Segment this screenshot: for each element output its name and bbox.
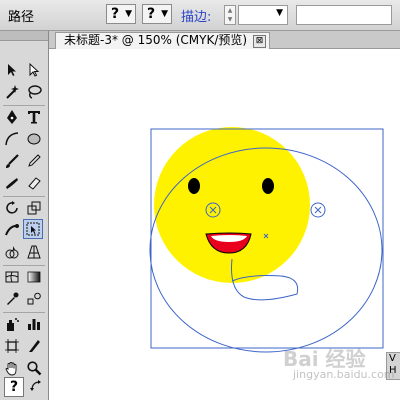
magic-wand-tool-icon[interactable] [2, 82, 22, 102]
document-tab[interactable]: 未标题-3* @ 150% (CMYK/预览) ⊠ [55, 32, 271, 49]
pen-tool-icon[interactable] [2, 107, 22, 127]
warp-tool-icon[interactable] [2, 220, 22, 240]
stroke-color-button[interactable]: ? ▼ [142, 4, 172, 24]
document-tab-bar: 未标题-3* @ 150% (CMYK/预览) ⊠ [49, 31, 400, 49]
chevron-down-icon: ▼ [125, 9, 132, 19]
type-tool-icon[interactable] [24, 107, 44, 127]
style-field[interactable] [296, 5, 392, 25]
tool-divider [3, 196, 45, 197]
right-eye[interactable] [262, 178, 274, 194]
free-transform-tool-icon[interactable] [23, 219, 43, 239]
selection-tool-icon[interactable] [2, 60, 22, 80]
gradient-tool-icon[interactable] [24, 267, 44, 287]
ellipse-tool-icon[interactable] [24, 129, 44, 149]
control-bar: 路径 ? ▼ ? ▼ 描边: ▲ ▼ ▼ [0, 0, 400, 31]
stroke-color-label: ? [147, 6, 156, 22]
mesh-tool-icon[interactable] [2, 267, 22, 287]
close-icon[interactable]: ⊠ [253, 35, 267, 48]
tool-divider [3, 312, 45, 313]
fill-color-label: ? [111, 6, 120, 22]
chevron-down-icon: ▼ [161, 9, 168, 19]
swap-colors-icon[interactable] [26, 376, 46, 396]
tools-panel [0, 31, 49, 400]
stroke-weight-spinner[interactable]: ▲ ▼ [224, 5, 236, 25]
left-eye[interactable] [188, 178, 200, 194]
shape-builder-tool-icon[interactable] [2, 242, 22, 262]
paintbrush-tool-icon[interactable] [2, 151, 22, 171]
column-graph-tool-icon[interactable] [24, 314, 44, 334]
artboard-tool-icon[interactable] [2, 336, 22, 356]
blend-tool-icon[interactable] [24, 289, 44, 309]
fill-color-button[interactable]: ? ▼ [106, 4, 136, 24]
document-tab-title: 未标题-3* @ 150% (CMYK/预览) [64, 33, 248, 47]
fill-swatch-unknown[interactable]: ? [4, 377, 24, 397]
slice-tool-icon[interactable] [24, 336, 44, 356]
rotate-tool-icon[interactable] [2, 198, 22, 218]
eyedropper-tool-icon[interactable] [2, 289, 22, 309]
zoom-tool-icon[interactable] [24, 358, 44, 378]
pencil-tool-icon[interactable] [24, 151, 44, 171]
hand-tool-icon[interactable] [2, 358, 22, 378]
tool-divider [3, 265, 45, 266]
eraser-tool-icon[interactable] [24, 173, 44, 193]
panel-grip[interactable] [0, 31, 48, 41]
chevron-down-icon[interactable]: ▼ [276, 8, 283, 18]
stroke-weight-label: 描边: [181, 10, 212, 25]
symbol-sprayer-tool-icon[interactable] [2, 314, 22, 334]
stroke-weight-input[interactable]: ▼ [238, 5, 288, 25]
tool-divider [3, 105, 45, 106]
line-segment-tool-icon[interactable] [2, 129, 22, 149]
path-label: 路径 [8, 10, 35, 25]
lasso-tool-icon[interactable] [24, 82, 44, 102]
perspective-grid-tool-icon[interactable] [24, 242, 44, 262]
blob-brush-tool-icon[interactable] [2, 173, 22, 193]
watermark-url: jingyan.baidu.com [293, 368, 395, 381]
direct-selection-tool-icon[interactable] [24, 60, 44, 80]
scale-tool-icon[interactable] [24, 198, 44, 218]
